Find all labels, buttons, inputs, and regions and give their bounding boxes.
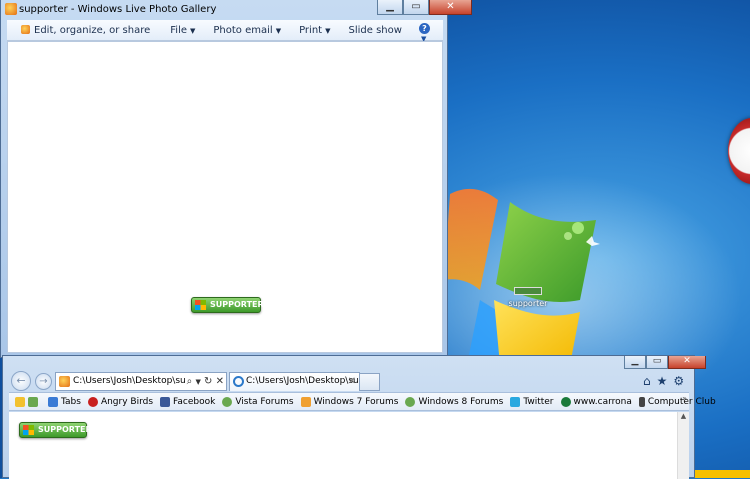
vista-forums-icon (222, 396, 233, 407)
favorite-label: Windows 7 Forums (313, 396, 399, 407)
print-button[interactable]: Print ▼ (299, 25, 330, 36)
edit-icon (21, 24, 30, 34)
gallery-titlebar[interactable]: supporter - Windows Live Photo Gallery ▁… (1, 0, 472, 19)
favorite-link-tabs[interactable]: Tabs (48, 396, 81, 407)
slide-show-label: Slide show (348, 24, 402, 36)
supporter-badge-text: SUPPORTER (38, 425, 92, 434)
supporter-badge-image: SUPPORTER (191, 297, 264, 313)
back-button[interactable]: ← (11, 371, 31, 391)
gallery-window-title: supporter - Windows Live Photo Gallery (19, 4, 217, 15)
edit-organize-share-button[interactable]: Edit, organize, or share (21, 24, 151, 36)
photo-email-label: Photo email (213, 24, 273, 36)
angry-birds-icon (87, 396, 98, 407)
supporter-badge-text: SUPPORTER (210, 300, 264, 309)
globe-icon (560, 396, 571, 407)
favorites-bar: Tabs Angry Birds Facebook Vista Forums W… (9, 392, 716, 411)
address-bar-controls: ⌕ ▼ ↻ ✕ (184, 373, 224, 390)
new-tab-button[interactable] (360, 373, 380, 391)
maximize-button[interactable]: ▭ (646, 356, 668, 369)
add-favorite-icon (28, 396, 38, 407)
desktop-icon-label: supporter (508, 299, 548, 308)
help-icon: ? (419, 23, 430, 34)
twitter-icon (510, 396, 521, 407)
favorite-label: Angry Birds (100, 396, 154, 407)
tab-label: C:\Users\Josh\Desktop\sup... (246, 376, 359, 386)
desktop-icon-thumbnail (514, 287, 542, 295)
chevron-down-icon: ▼ (190, 26, 196, 35)
favorite-link-vista-forums[interactable]: Vista Forums (222, 396, 294, 407)
page-content[interactable]: SUPPORTER ▲ (9, 412, 689, 479)
windows-7-forums-icon (300, 396, 311, 407)
favorite-label: Windows 8 Forums (418, 396, 504, 407)
chevron-more-icon[interactable]: » (682, 394, 687, 403)
desktop-icon-supporter[interactable]: supporter (508, 287, 548, 308)
windows-flag-icon (23, 425, 34, 435)
photo-email-button[interactable]: Photo email ▼ (213, 25, 281, 36)
home-icon[interactable]: ⌂ (643, 374, 651, 388)
help-button[interactable]: ?▼ (419, 23, 437, 43)
favorite-link-windows-7-forums[interactable]: Windows 7 Forums (300, 396, 399, 407)
gallery-toolbar: Edit, organize, or share File ▼ Photo ema… (7, 20, 443, 43)
supporter-badge-image: SUPPORTER (19, 422, 92, 438)
page-favicon-icon (59, 376, 70, 387)
favorite-link-computer-club[interactable]: Computer Club (638, 396, 716, 407)
slide-show-button[interactable]: Slide show (348, 25, 401, 36)
computer-club-icon (638, 396, 645, 407)
forward-button[interactable]: → (35, 373, 52, 390)
favorite-label: Twitter (523, 396, 554, 407)
windows-logo (444, 188, 600, 370)
favorites-star-icon[interactable]: ★ (657, 374, 668, 388)
ie-caption-buttons: ▁ ▭ ✕ (624, 356, 706, 369)
chevron-down-icon: ▼ (275, 26, 282, 35)
photo-gallery-app-icon (5, 3, 17, 15)
photo-gallery-window: supporter - Windows Live Photo Gallery ▁… (0, 0, 472, 358)
favorite-link-facebook[interactable]: Facebook (160, 396, 216, 407)
file-menu-label: File (170, 24, 187, 36)
file-menu-button[interactable]: File ▼ (170, 25, 195, 36)
favorites-center-button[interactable] (15, 396, 41, 407)
favorite-label: Tabs (61, 396, 81, 407)
scroll-up-icon[interactable]: ▲ (678, 412, 689, 420)
vertical-scrollbar[interactable]: ▲ (677, 412, 689, 479)
favorite-link-carrona[interactable]: www.carrona (560, 396, 632, 407)
minimize-button[interactable]: ▁ (377, 0, 403, 15)
close-tab-icon[interactable]: ✕ (348, 373, 356, 390)
address-bar[interactable]: C:\Users\Josh\Desktop\suppor ⌕ ▼ ↻ ✕ (55, 372, 227, 391)
photo-viewer-area[interactable]: SUPPORTER (7, 41, 443, 353)
ie-icon (233, 376, 244, 387)
facebook-icon (160, 396, 171, 407)
favorites-star-icon (15, 396, 25, 407)
search-icon[interactable]: ⌕ (187, 376, 193, 387)
close-button[interactable]: ✕ (429, 0, 472, 15)
favorite-label: Vista Forums (235, 396, 294, 407)
tabs-icon (48, 396, 58, 407)
refresh-icon[interactable]: ↻ (204, 376, 212, 387)
edit-organize-share-label: Edit, organize, or share (34, 24, 151, 36)
favorite-link-windows-8-forums[interactable]: Windows 8 Forums (405, 396, 504, 407)
chevron-down-icon[interactable]: ▼ (195, 378, 200, 386)
maximize-button[interactable]: ▭ (403, 0, 429, 15)
print-label: Print (299, 24, 323, 36)
tab-active[interactable]: C:\Users\Josh\Desktop\sup... ✕ (229, 372, 360, 391)
taskbar-edge (695, 470, 750, 478)
favorite-label: www.carrona (573, 396, 632, 407)
windows-flag-icon (195, 300, 206, 310)
chevron-down-icon: ▼ (325, 26, 331, 35)
windows-8-forums-icon (405, 396, 416, 407)
close-button[interactable]: ✕ (668, 356, 706, 369)
favorite-link-twitter[interactable]: Twitter (510, 396, 554, 407)
favorite-link-angry-birds[interactable]: Angry Birds (87, 396, 154, 407)
tools-gear-icon[interactable]: ⚙ (673, 374, 684, 388)
clock-gadget[interactable] (728, 118, 750, 184)
stop-icon[interactable]: ✕ (216, 376, 224, 387)
minimize-button[interactable]: ▁ (624, 356, 646, 369)
internet-explorer-window: ▁ ▭ ✕ ← → C:\Users\Josh\Desktop\suppor ⌕… (2, 355, 716, 479)
favorite-label: Facebook (173, 396, 216, 407)
